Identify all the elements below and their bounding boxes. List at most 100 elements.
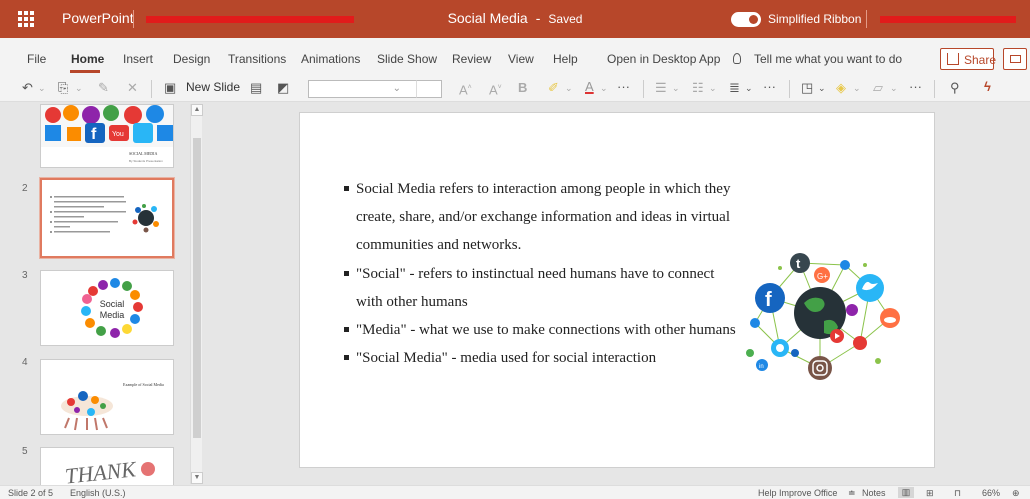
language-indicator[interactable]: English (U.S.) [70, 488, 126, 498]
scroll-up-arrow[interactable]: ▲ [191, 104, 203, 116]
chevron-down-icon[interactable]: ⌄ [890, 81, 898, 95]
slide-canvas[interactable]: Social Media refers to interaction among… [299, 112, 935, 468]
paste-icon[interactable]: ⎘ [58, 81, 68, 95]
tab-insert[interactable]: Insert [123, 52, 153, 66]
document-title-area[interactable]: Social Media - Saved [0, 10, 1030, 26]
undo-icon[interactable]: ↶ [22, 81, 33, 95]
more-options-icon[interactable]: ··· [909, 80, 922, 94]
bullets-icon[interactable]: ☰ [655, 81, 667, 95]
simplified-ribbon-toggle[interactable] [731, 12, 761, 27]
tab-file[interactable]: File [27, 52, 46, 66]
share-button[interactable]: Share [940, 48, 997, 70]
comments-button[interactable] [1003, 48, 1027, 70]
title-separator: - [535, 10, 541, 26]
simplified-ribbon-label: Simplified Ribbon [768, 12, 862, 26]
tab-design[interactable]: Design [173, 52, 210, 66]
slide-background-icon[interactable]: ◩ [277, 81, 289, 95]
tab-transitions[interactable]: Transitions [228, 52, 286, 66]
align-icon[interactable]: ≣ [729, 81, 740, 95]
format-painter-icon[interactable]: ✎ [98, 81, 109, 95]
lightbulb-icon [733, 53, 741, 64]
document-title[interactable]: Social Media [448, 10, 528, 26]
slide-number: 5 [22, 446, 28, 457]
svg-text:in: in [759, 364, 764, 370]
divider [789, 80, 790, 98]
share-label: Share [964, 53, 997, 67]
thumb-word-social: Social [100, 299, 125, 309]
chevron-down-icon[interactable]: ⌄ [672, 81, 680, 95]
shape-fill-icon[interactable]: ◈ [836, 81, 846, 95]
thumb-thank-text: THANK [63, 456, 137, 485]
scroll-down-arrow[interactable]: ▼ [191, 472, 203, 484]
fit-to-window-icon[interactable]: ⊕ [1012, 488, 1020, 499]
thumbnail-scrollbar[interactable]: ▲ ▼ [190, 104, 203, 484]
highlight-icon[interactable]: ✐ [548, 81, 559, 95]
status-bar: Slide 2 of 5 English (U.S.) Help Improve… [0, 485, 1030, 499]
social-network-graphic[interactable]: f t G+ in [740, 243, 900, 388]
bullet-item[interactable]: "Social Media" - media used for social i… [342, 344, 742, 372]
thumb-subtitle: By Students Presentation [129, 159, 163, 163]
slide-sorter-icon[interactable]: ⊞ [926, 488, 934, 499]
tab-help[interactable]: Help [553, 52, 578, 66]
active-tab-indicator [70, 70, 100, 73]
notes-button[interactable]: Notes [862, 488, 886, 498]
delete-icon[interactable]: ✕ [127, 81, 138, 95]
search-icon[interactable]: ⚲ [950, 81, 960, 95]
decorative-shape [141, 462, 155, 476]
bullet-item[interactable]: Social Media refers to interaction among… [342, 175, 742, 260]
tab-review[interactable]: Review [452, 52, 491, 66]
slide-thumbnail-3[interactable]: Social Media [40, 270, 174, 346]
tab-home[interactable]: Home [71, 52, 104, 66]
font-size-dropdown[interactable] [416, 80, 442, 98]
new-slide-button[interactable]: New Slide [186, 80, 240, 94]
chevron-down-icon[interactable]: ⌄ [709, 81, 717, 95]
new-slide-icon[interactable]: ▣ [164, 81, 176, 95]
slide-position: Slide 2 of 5 [8, 488, 54, 498]
tab-view[interactable]: View [508, 52, 534, 66]
share-icon [947, 53, 959, 65]
chevron-down-icon[interactable]: ⌄ [38, 81, 46, 95]
chevron-down-icon[interactable]: ⌄ [745, 81, 753, 95]
normal-view-icon[interactable]: ▥ [898, 487, 914, 498]
tab-slide-show[interactable]: Slide Show [377, 52, 437, 66]
layout-icon[interactable]: ▤ [250, 81, 262, 95]
slide-thumbnail-2[interactable] [40, 178, 174, 258]
chevron-down-icon: ⌄ [392, 83, 401, 94]
bullet-item[interactable]: "Social" - refers to instinctual need hu… [342, 260, 742, 316]
bullet-item[interactable]: "Media" - what we use to make connection… [342, 316, 742, 344]
slide-number: 3 [22, 270, 28, 281]
more-options-icon[interactable]: ··· [763, 80, 776, 94]
increase-font-icon[interactable]: A˄ [459, 81, 472, 97]
chevron-down-icon[interactable]: ⌄ [75, 81, 83, 95]
zoom-level[interactable]: 66% [982, 488, 1000, 498]
slide-number: 2 [22, 183, 28, 194]
save-status: Saved [548, 12, 583, 26]
chevron-down-icon[interactable]: ⌄ [818, 81, 826, 95]
lightning-icon[interactable]: ϟ [984, 80, 991, 94]
example-social-image [61, 391, 113, 431]
chevron-down-icon[interactable]: ⌄ [853, 81, 861, 95]
reading-view-icon[interactable]: ⊓ [954, 488, 961, 499]
open-desktop-app-link[interactable]: Open in Desktop App [607, 52, 720, 66]
slide-thumbnail-5[interactable]: THANK [40, 447, 174, 485]
bold-icon[interactable]: B [518, 81, 527, 95]
svg-text:G+: G+ [817, 272, 828, 281]
thumb-title: SOCIAL MEDIA [129, 151, 158, 156]
shapes-icon[interactable]: ◳ [801, 81, 813, 95]
more-options-icon[interactable]: ··· [617, 80, 630, 94]
slide-thumbnail-4[interactable]: Example of Social Media [40, 359, 174, 435]
bullet-list[interactable]: Social Media refers to interaction among… [342, 175, 742, 372]
scroll-thumb[interactable] [193, 138, 201, 438]
font-color-icon[interactable]: A [585, 80, 594, 94]
thumb-word-media: Media [100, 310, 125, 320]
svg-text:f: f [765, 289, 772, 311]
decrease-font-icon[interactable]: A˅ [489, 81, 502, 97]
slide-thumbnail-1[interactable]: f You SOCIAL MEDIA By Students Presentat… [40, 104, 174, 168]
numbering-icon[interactable]: ☷ [692, 81, 704, 95]
help-improve-office-link[interactable]: Help Improve Office [758, 488, 837, 498]
chevron-down-icon[interactable]: ⌄ [600, 81, 608, 95]
chevron-down-icon[interactable]: ⌄ [565, 81, 573, 95]
tell-me-search[interactable]: Tell me what you want to do [754, 52, 902, 66]
tab-animations[interactable]: Animations [301, 52, 360, 66]
shape-outline-icon[interactable]: ▱ [873, 81, 883, 95]
